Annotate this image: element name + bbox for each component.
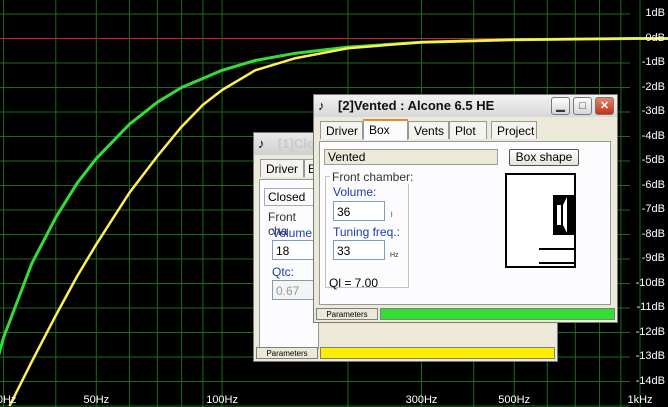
vented-box-window[interactable]: ♪ [2]Vented : Alcone 6.5 HE ▁ □ ✕ Driver…: [313, 94, 618, 323]
app-icon: ♪: [258, 136, 265, 151]
x-tick-label: 50Hz: [83, 394, 110, 406]
tab-box[interactable]: Box: [363, 119, 408, 140]
tuning-freq-input[interactable]: 33: [333, 240, 385, 260]
vented-window-title: [2]Vented : Alcone 6.5 HE: [338, 98, 495, 113]
y-tick-label: -11dB: [636, 301, 665, 313]
vented-status-bar: Parameters: [316, 308, 615, 320]
y-tick-label: 1dB: [645, 7, 665, 19]
y-tick-label: -13dB: [635, 350, 665, 362]
x-tick-label: 100Hz: [206, 394, 238, 406]
y-tick-label: -10dB: [635, 276, 665, 289]
box-shape-button[interactable]: Box shape: [509, 149, 579, 166]
y-tick-label: -6dB: [641, 178, 665, 191]
tab-driver[interactable]: Driver: [320, 121, 363, 139]
tab-project[interactable]: Project: [491, 121, 537, 139]
volume-label: Volume:: [333, 185, 377, 199]
box-type-field: Vented: [324, 149, 498, 165]
front-chamber-group-label: Front chamber:: [330, 170, 416, 184]
vented-window-titlebar[interactable]: ♪ [2]Vented : Alcone 6.5 HE ▁ □ ✕: [314, 95, 617, 117]
box-shape-preview: [505, 173, 576, 268]
tab-driver[interactable]: Driver: [260, 159, 304, 177]
tab-vents[interactable]: Vents: [408, 121, 449, 139]
x-tick-label: 300Hz: [405, 394, 438, 406]
y-tick-label: -4dB: [641, 129, 665, 142]
parameters-label: Parameters: [316, 308, 378, 320]
volume-input[interactable]: 36: [333, 201, 385, 221]
y-tick-label: -1dB: [641, 56, 665, 68]
y-tick-label: -14dB: [635, 374, 665, 387]
maximize-icon[interactable]: □: [573, 97, 592, 115]
qtc-label: Qtc:: [272, 265, 295, 279]
closed-status-bar: Parameters: [256, 347, 555, 359]
y-tick-label: -2dB: [641, 80, 665, 93]
y-tick-label: -5dB: [641, 154, 665, 166]
volume-label: Volume:: [272, 226, 316, 240]
y-tick-label: -8dB: [641, 227, 665, 240]
y-tick-label: 0dB: [645, 31, 665, 44]
x-tick-label: 30Hz: [0, 394, 17, 406]
vented-box-panel: Vented Box shape Front chamber: Volume: …: [319, 141, 611, 305]
tuning-freq-label: Tuning freq.:: [333, 225, 400, 239]
ql-value: Ql = 7.00: [329, 276, 379, 290]
closed-box-panel: Closed Front cha Volume: 18 Qtc: 0.67: [259, 179, 326, 349]
closed-curve-color-bar: [320, 347, 555, 359]
tab-plot[interactable]: Plot: [449, 121, 487, 139]
tuning-freq-unit: Hz: [390, 252, 399, 259]
parameters-label: Parameters: [256, 347, 318, 359]
vented-box-diagram-icon: [539, 195, 574, 264]
y-tick-label: -3dB: [641, 105, 665, 117]
x-tick-label: 500Hz: [498, 394, 531, 406]
minimize-icon[interactable]: ▁: [551, 97, 570, 115]
vented-curve-color-bar: [380, 308, 615, 320]
closed-window-title: [1]Clo: [278, 136, 315, 151]
y-tick-label: -12dB: [635, 325, 665, 338]
y-tick-label: -7dB: [641, 203, 665, 215]
y-tick-label: -9dB: [641, 252, 665, 264]
close-icon[interactable]: ✕: [595, 97, 614, 115]
app-icon: ♪: [318, 98, 325, 113]
volume-unit: l: [391, 212, 393, 219]
x-tick-label: 1kHz: [627, 394, 653, 406]
